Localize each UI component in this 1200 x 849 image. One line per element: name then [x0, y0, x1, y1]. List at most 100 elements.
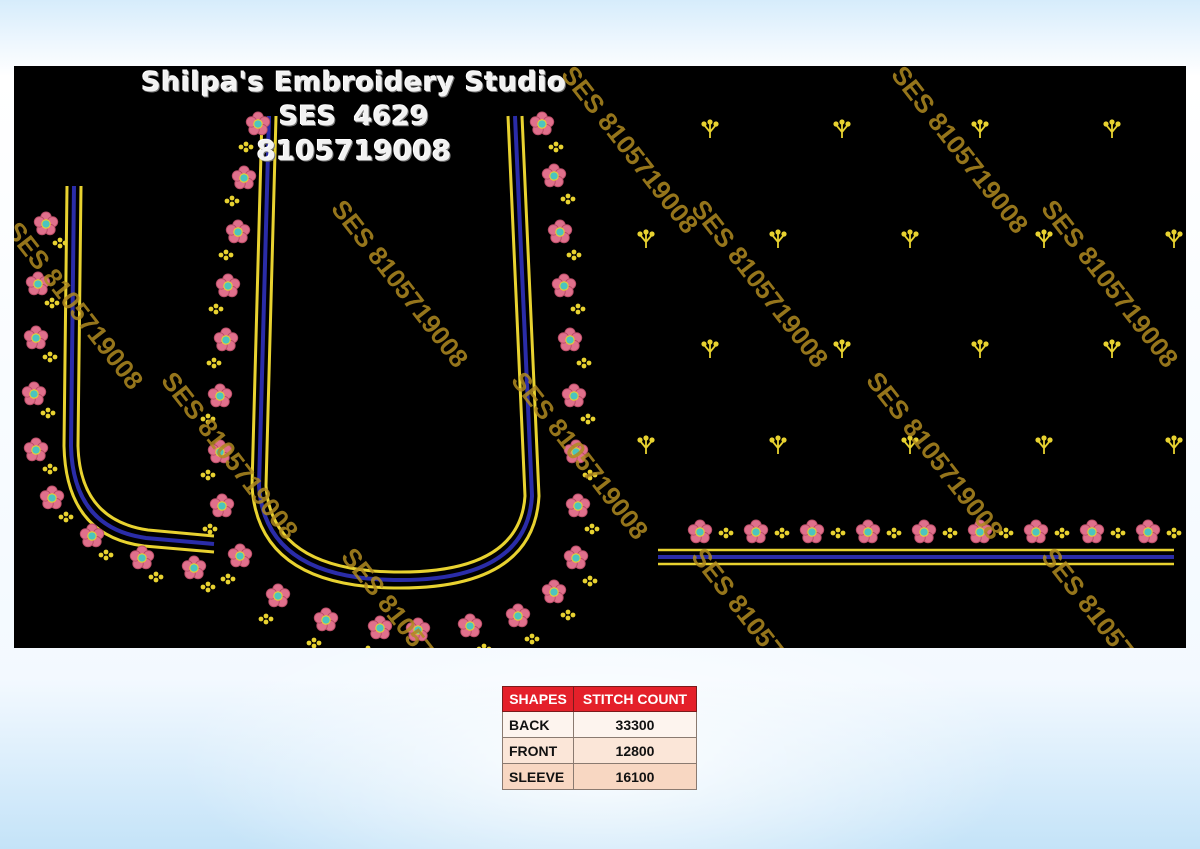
- flower-motif: [1079, 519, 1105, 544]
- sprig-motif: [768, 228, 788, 249]
- dot-cluster: [1054, 527, 1070, 539]
- count-cell: 12800: [573, 737, 697, 764]
- flower-motif: [23, 437, 49, 462]
- flower-motif: [207, 383, 233, 408]
- dot-cluster: [42, 351, 58, 363]
- dot-cluster: [258, 613, 274, 625]
- flower-motif: [129, 545, 155, 570]
- flower-motif: [855, 519, 881, 544]
- dot-cluster: [206, 357, 222, 369]
- flower-motif: [565, 493, 591, 518]
- flower-motif: [181, 555, 207, 580]
- sprig-motif: [636, 434, 656, 455]
- studio-phone: 8105719008: [256, 134, 452, 167]
- flower-motif: [227, 543, 253, 568]
- shape-cell: FRONT: [502, 737, 574, 764]
- flower-motif: [551, 273, 577, 298]
- dot-cluster: [224, 195, 240, 207]
- dot-cluster: [200, 581, 216, 593]
- flower-motif: [557, 327, 583, 352]
- dot-cluster: [360, 645, 376, 648]
- shape-cell: SLEEVE: [502, 763, 574, 790]
- dot-cluster: [476, 643, 492, 648]
- dot-cluster: [58, 511, 74, 523]
- dot-cluster: [220, 573, 236, 585]
- flower-motif: [39, 485, 65, 510]
- flower-motif: [547, 219, 573, 244]
- sprig-motif: [832, 118, 852, 139]
- dot-cluster: [566, 249, 582, 261]
- flower-motif: [23, 325, 49, 350]
- flower-motif: [213, 327, 239, 352]
- sprig-motif: [768, 434, 788, 455]
- dot-cluster: [570, 303, 586, 315]
- sprig-motif: [1164, 228, 1184, 249]
- sprig-motif: [1102, 118, 1122, 139]
- sprig-motif: [700, 338, 720, 359]
- dot-cluster: [200, 469, 216, 481]
- studio-name: Shilpa's Embroidery Studio: [141, 67, 567, 98]
- dot-cluster: [148, 571, 164, 583]
- sprig-motif: [900, 228, 920, 249]
- sprig-motif: [1102, 338, 1122, 359]
- table-row: FRONT 12800: [502, 737, 697, 764]
- table-row: BACK 33300: [502, 711, 697, 738]
- dot-cluster: [560, 609, 576, 621]
- stitch-count-header: STITCH COUNT: [573, 686, 697, 712]
- dot-cluster: [582, 575, 598, 587]
- flower-motif: [21, 381, 47, 406]
- dot-cluster: [1110, 527, 1126, 539]
- dot-cluster: [306, 637, 322, 648]
- dot-cluster: [576, 357, 592, 369]
- flower-motif: [225, 219, 251, 244]
- sprig-motif: [700, 118, 720, 139]
- shapes-header: SHAPES: [502, 686, 574, 712]
- flower-motif: [563, 545, 589, 570]
- flower-motif: [79, 523, 105, 548]
- flower-motif: [743, 519, 769, 544]
- dot-cluster: [580, 413, 596, 425]
- table-row: SLEEVE 16100: [502, 763, 697, 790]
- dot-cluster: [524, 633, 540, 645]
- design-code: SES 4629: [279, 101, 429, 132]
- flower-motif: [799, 519, 825, 544]
- flower-motif: [541, 579, 567, 604]
- flower-motif: [1023, 519, 1049, 544]
- dot-cluster: [208, 303, 224, 315]
- flower-motif: [265, 583, 291, 608]
- stitch-count-table: SHAPES STITCH COUNT BACK 33300 FRONT 128…: [502, 686, 697, 790]
- sprig-motif: [970, 338, 990, 359]
- dot-cluster: [774, 527, 790, 539]
- sprig-motif: [1034, 434, 1054, 455]
- count-cell: 33300: [573, 711, 697, 738]
- dot-cluster: [886, 527, 902, 539]
- embroidery-design-canvas: Shilpa's Embroidery Studio SES 4629 8105…: [14, 66, 1186, 648]
- flower-motif: [505, 603, 531, 628]
- flower-motif: [911, 519, 937, 544]
- sleeve-border-band: [658, 548, 1174, 566]
- dot-cluster: [718, 527, 734, 539]
- sprig-motif: [636, 228, 656, 249]
- flower-motif: [1135, 519, 1161, 544]
- studio-header: Shilpa's Embroidery Studio SES 4629 8105…: [134, 66, 574, 168]
- flower-motif: [33, 211, 59, 236]
- dot-cluster: [942, 527, 958, 539]
- sprig-motif: [970, 118, 990, 139]
- dot-cluster: [1166, 527, 1182, 539]
- dot-cluster: [584, 523, 600, 535]
- count-cell: 16100: [573, 763, 697, 790]
- dot-cluster: [218, 249, 234, 261]
- dot-cluster: [202, 523, 218, 535]
- flower-motif: [561, 383, 587, 408]
- dot-cluster: [40, 407, 56, 419]
- flower-motif: [687, 519, 713, 544]
- dot-cluster: [830, 527, 846, 539]
- sprig-motif: [1164, 434, 1184, 455]
- dot-cluster: [42, 463, 58, 475]
- sprig-motif: [832, 338, 852, 359]
- flower-motif: [457, 613, 483, 638]
- flower-motif: [231, 165, 257, 190]
- flower-motif: [313, 607, 339, 632]
- dot-cluster: [98, 549, 114, 561]
- flower-motif: [215, 273, 241, 298]
